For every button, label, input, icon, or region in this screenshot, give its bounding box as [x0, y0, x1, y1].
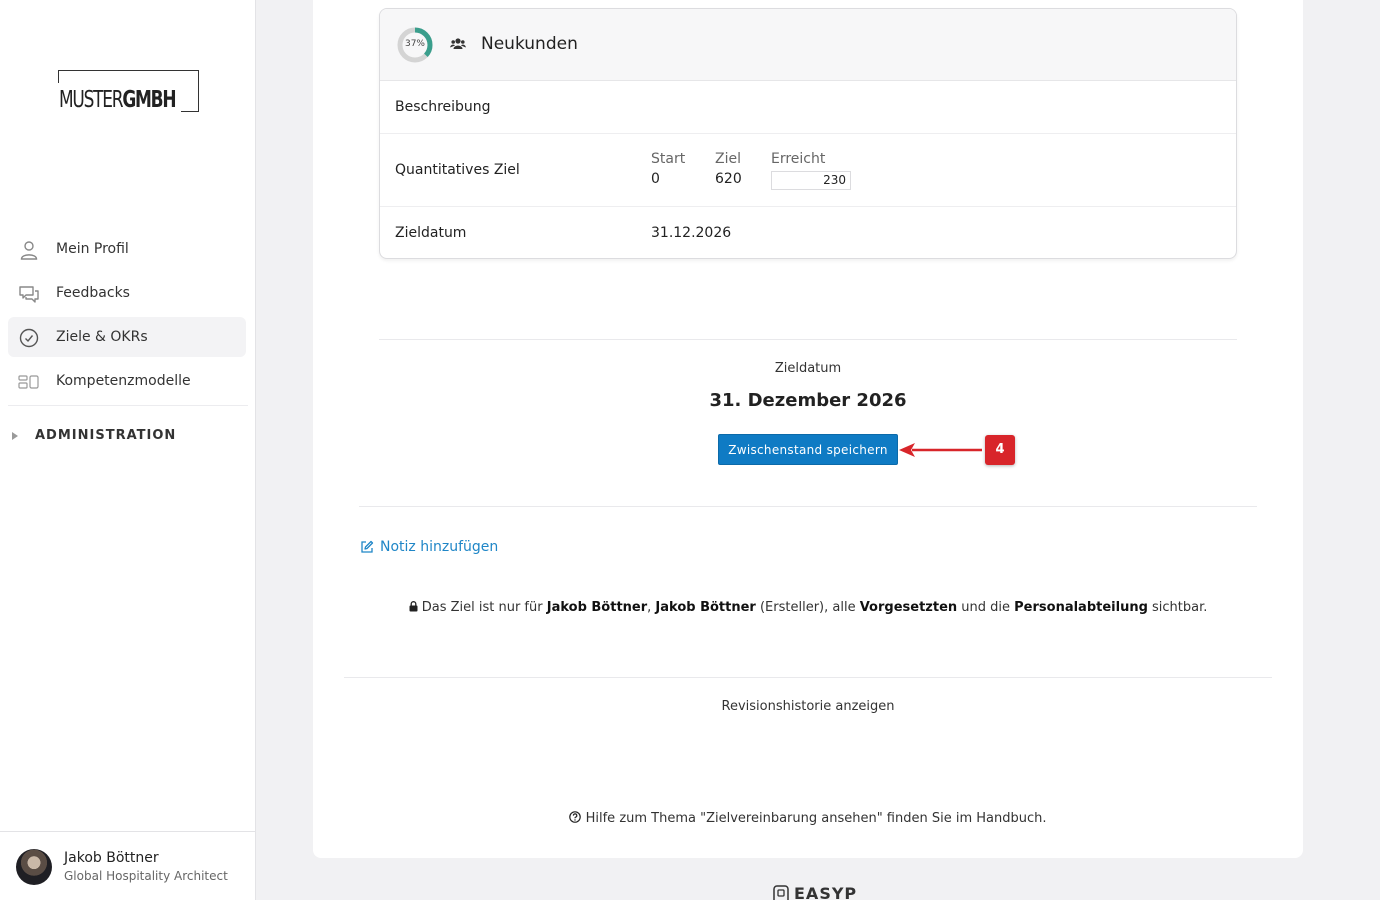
check-circle-icon	[19, 328, 39, 348]
sidebar-item-ziele-okrs[interactable]: Ziele & OKRs	[8, 317, 246, 357]
help-hint: Hilfe zum Thema "Zielvereinbarung ansehe…	[313, 811, 1303, 826]
sidebar: MUSTERGMBH Mein Profil Feedbacks Ziele &…	[0, 0, 256, 900]
users-icon	[450, 38, 466, 49]
sidebar-divider	[8, 405, 248, 406]
description-row: Beschreibung	[380, 81, 1236, 134]
divider	[379, 339, 1237, 340]
avatar	[16, 849, 52, 885]
easyp-logo-icon	[773, 884, 789, 900]
goal-card: 37% Neukunden Beschreibung Quantitatives…	[379, 8, 1237, 259]
quantitative-goal-label: Quantitatives Ziel	[395, 162, 520, 178]
sidebar-item-feedbacks[interactable]: Feedbacks	[8, 273, 246, 313]
summary-date-label: Zieldatum	[774, 361, 842, 376]
user-icon	[20, 241, 38, 260]
goal-card-header: 37% Neukunden	[380, 9, 1236, 81]
footer-logo: EASYP	[772, 884, 857, 900]
description-label: Beschreibung	[395, 99, 491, 115]
quantitative-goal-row: Quantitatives Ziel Start 0 Ziel 620 Erre…	[380, 134, 1236, 207]
edit-icon	[361, 540, 374, 553]
sidebar-item-label: Kompetenzmodelle	[56, 373, 191, 389]
sidebar-item-label: Ziele & OKRs	[56, 329, 148, 345]
goal-date-row: Zieldatum 31.12.2026	[380, 207, 1236, 258]
chat-icon	[19, 286, 39, 303]
sidebar-section-administration[interactable]: ADMINISTRATION	[12, 428, 176, 443]
save-progress-button[interactable]: Zwischenstand speichern	[718, 434, 898, 465]
sidebar-item-kompetenzmodelle[interactable]: Kompetenzmodelle	[8, 361, 246, 401]
goal-date-label: Zieldatum	[395, 225, 467, 241]
user-role: Global Hospitality Architect	[64, 869, 228, 883]
sidebar-item-mein-profil[interactable]: Mein Profil	[8, 229, 246, 269]
sidebar-item-label: Feedbacks	[56, 285, 130, 301]
divider	[344, 677, 1272, 678]
sidebar-item-label: Mein Profil	[56, 241, 129, 257]
lock-icon	[409, 601, 418, 612]
caret-right-icon	[12, 431, 18, 440]
goal-date-value: 31.12.2026	[651, 225, 732, 241]
revision-history-link[interactable]: Revisionshistorie anzeigen	[313, 699, 1303, 714]
main-panel: 37% Neukunden Beschreibung Quantitatives…	[313, 0, 1303, 858]
question-circle-icon	[569, 811, 582, 823]
reached-column: Erreicht 230	[771, 151, 851, 190]
user-name: Jakob Böttner	[64, 850, 159, 866]
start-column: Start 0	[651, 151, 686, 187]
summary-date-value: 31. Dezember 2026	[709, 390, 907, 411]
company-logo[interactable]: MUSTERGMBH	[58, 70, 200, 113]
target-column: Ziel 620	[715, 151, 742, 187]
annotation-badge: 4	[985, 435, 1015, 465]
progress-label: 37%	[404, 39, 425, 49]
divider	[359, 506, 1257, 507]
sidebar-nav: Mein Profil Feedbacks Ziele & OKRs Kompe…	[8, 229, 248, 406]
goal-title: Neukunden	[481, 34, 578, 54]
target-value: 620	[715, 171, 742, 187]
add-note-link[interactable]: Notiz hinzufügen	[360, 539, 498, 555]
visibility-info: Das Ziel ist nur für Jakob Böttner, Jako…	[313, 600, 1303, 615]
start-value: 0	[651, 171, 660, 187]
model-icon	[18, 375, 39, 389]
user-profile[interactable]: Jakob Böttner Global Hospitality Archite…	[0, 831, 256, 900]
annotation-arrow	[899, 443, 982, 457]
reached-input[interactable]: 230	[771, 171, 851, 190]
